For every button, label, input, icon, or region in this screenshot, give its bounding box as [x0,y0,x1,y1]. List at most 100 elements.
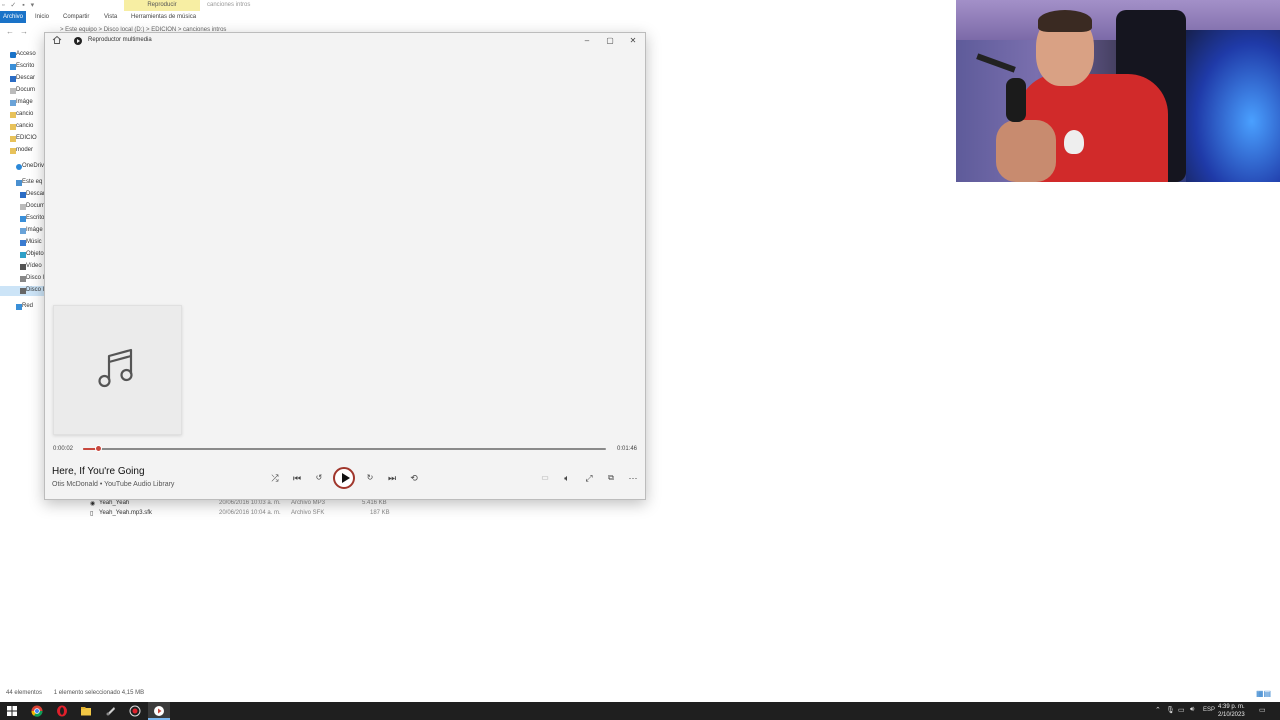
sidebar-item-documentos[interactable]: Docum [20,203,45,210]
folder-icon [10,136,16,142]
clock-time: 4:39 p. m. [1218,704,1245,710]
home-icon[interactable] [52,35,62,45]
drive-icon [20,288,26,294]
next-icon[interactable]: ⏭ [383,471,401,485]
elapsed-time: 0:00:02 [53,446,74,452]
tab-archivo[interactable]: Archivo [0,11,26,23]
media-player-window: Reproductor multimedia – ▢ ✕ 0:00:02 0:0… [44,32,646,500]
tab-herramientas-musica[interactable]: Herramientas de música [131,11,196,23]
file-type: Archivo MP3 [291,500,326,506]
file-date: 20/06/2016 10:03 a. m. [219,500,281,506]
sidebar-item-descargas[interactable]: Descar [20,191,45,198]
tab-inicio[interactable]: Inicio [35,11,49,23]
sidebar-item-acceso-rapido[interactable]: Acceso [10,51,36,58]
notifications-icon[interactable]: ▭ [1259,706,1266,714]
microphone [1006,78,1026,122]
status-item-count: 44 elementos [6,690,43,696]
clock-date: 2/10/2023 [1218,712,1245,718]
sidebar-item-folder[interactable]: cancio [10,111,33,118]
music-icon [20,240,26,246]
volume-tray-icon[interactable]: 🔊︎ [1190,706,1194,714]
sidebar-item-este-equipo[interactable]: Este eq [16,179,42,186]
sidebar-item-documentos[interactable]: Docum [10,87,35,94]
contextual-tab-reproducir[interactable]: Reproducir [124,0,200,11]
app-title: Reproductor multimedia [88,37,152,43]
more-icon[interactable]: ⋯ [624,471,642,485]
album-art [53,305,182,435]
file-name: Yeah_Yeah.mp3.sfk [99,510,152,516]
tab-vista[interactable]: Vista [104,11,117,23]
sidebar-item-musica[interactable]: Músic [20,239,42,246]
opera-icon[interactable] [56,705,68,717]
file-icon: ▯ [90,511,94,517]
music-note-icon [98,348,133,388]
file-explorer-icon[interactable] [80,705,92,717]
sidebar-item-objetos-3d[interactable]: Objeto [20,251,44,258]
shirt-logo [1064,130,1084,154]
sidebar-item-escritorio[interactable]: Escrito [20,215,44,222]
sidebar-item-folder[interactable]: cancio [10,123,33,130]
view-toggle-icons[interactable]: ▦▤ [1256,689,1271,698]
seek-thumb[interactable] [95,445,102,452]
video-icon [20,264,26,270]
forward-30-icon[interactable]: ↻ [361,471,379,485]
sidebar-item-red[interactable]: Red [16,303,33,310]
sidebar-item-folder[interactable]: moder [10,147,33,154]
sidebar-item-videos[interactable]: Vídeo [20,263,42,270]
download-icon [10,76,16,82]
desktop-icon [20,216,26,222]
sidebar-item-imagenes[interactable]: Imáge [20,227,43,234]
shuffle-icon[interactable]: ⤮ [266,471,284,485]
sidebar-item-descargas[interactable]: Descar [10,75,35,82]
recording-app-icon[interactable] [129,705,141,717]
seek-bar[interactable] [83,445,606,452]
network-tray-icon[interactable]: ▭ [1178,706,1185,714]
captions-icon[interactable]: ▭ [536,471,554,485]
forward-arrow-icon[interactable]: → [20,27,28,36]
previous-icon[interactable]: ⏮ [288,471,306,485]
quick-access-toolbar[interactable]: ▫ ✓ ▪ ▾ [2,1,36,9]
network-icon [16,304,22,310]
sidebar-item-disco-local[interactable]: Disco l [20,275,44,282]
taskbar: ⌃ 🎙︎ ▭ 🔊︎ ESP 4:39 p. m. 2/10/2023 ▭ [0,702,1280,720]
webcam-overlay [956,0,1280,182]
repeat-icon[interactable]: ⟲ [405,471,423,485]
microphone-tray-icon[interactable]: 🎙︎ [1166,706,1175,714]
song-title: Here, If You're Going [52,466,145,477]
file-size: 5.416 KB [362,500,387,506]
fullscreen-icon[interactable]: ⤢ [580,471,598,485]
media-player-app-icon [74,37,82,45]
tab-compartir[interactable]: Compartir [63,11,89,23]
folder-icon [10,148,16,154]
chrome-icon[interactable] [31,705,43,717]
clock[interactable]: 4:39 p. m. 2/10/2023 [1218,703,1245,719]
sidebar-item-folder[interactable]: EDICIO [10,135,37,142]
back-arrow-icon[interactable]: ← [6,27,14,36]
language-indicator[interactable]: ESP [1203,707,1215,713]
play-button[interactable] [333,467,355,489]
title-bar: Reproductor multimedia – ▢ ✕ [45,33,645,49]
sidebar-item-disco-local-selected[interactable]: Disco l [20,287,44,294]
sidebar-item-escritorio[interactable]: Escrito [10,63,34,70]
sidebar-item-onedrive[interactable]: OneDriv [16,163,44,170]
folder-icon [10,112,16,118]
file-size: 187 KB [370,510,390,516]
sidebar-item-imagenes[interactable]: Imáge [10,99,33,106]
media-player-taskbar-button[interactable] [148,702,170,720]
file-type: Archivo SFK [291,510,325,516]
pictures-icon [10,100,16,106]
close-button[interactable]: ✕ [625,35,641,47]
minimize-button[interactable]: – [579,35,595,47]
mic-boom-arm [976,53,1016,73]
person-hair [1038,10,1092,32]
maximize-button[interactable]: ▢ [602,35,618,47]
windows-start-icon[interactable] [6,705,18,717]
app-icon[interactable] [105,705,117,717]
file-date: 20/06/2016 10:04 a. m. [219,510,281,516]
file-name: Yeah_Yeah [99,500,130,506]
rewind-10-icon[interactable]: ↺ [310,471,328,485]
miniplayer-icon[interactable]: ⧉ [602,471,620,485]
tray-expand-icon[interactable]: ⌃ [1155,706,1161,714]
volume-icon[interactable]: 🔈︎ [558,471,576,485]
song-artist[interactable]: Otis McDonald • YouTube Audio Library [52,481,174,488]
